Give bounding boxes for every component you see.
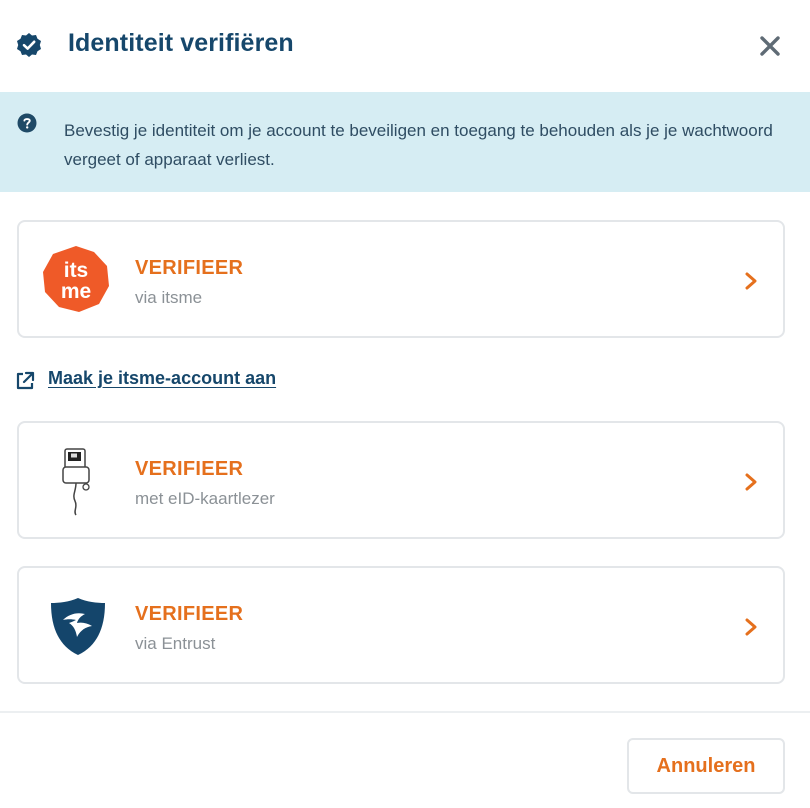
option-title: VERIFIEER (135, 603, 244, 625)
itsme-logo: its me (43, 246, 109, 312)
link-label[interactable]: Maak je itsme-account aan (48, 368, 276, 389)
card-reader-icon (62, 448, 90, 516)
question-circle-icon (17, 113, 37, 133)
itsme-logo-bottom: me (61, 280, 91, 303)
footer-divider (0, 711, 810, 713)
verify-identity-dialog: Identiteit verifiëren Bevestig je identi… (0, 0, 810, 808)
close-icon[interactable] (758, 34, 782, 58)
verify-entrust-option[interactable]: VERIFIEER via Entrust (17, 566, 785, 684)
dialog-title: Identiteit verifiëren (68, 29, 294, 57)
chevron-right-icon (745, 473, 757, 491)
itsme-logo-top: its (64, 259, 89, 282)
verify-eid-option[interactable]: VERIFIEER met eID-kaartlezer (17, 421, 785, 539)
chevron-right-icon (745, 272, 757, 290)
chevron-right-icon (745, 618, 757, 636)
external-link-icon (16, 371, 35, 390)
shield-check-icon (17, 33, 41, 57)
option-title: VERIFIEER (135, 257, 244, 279)
verify-itsme-option[interactable]: its me VERIFIEER via itsme (17, 220, 785, 338)
option-subtitle: via itsme (135, 288, 203, 307)
option-subtitle: via Entrust (135, 634, 216, 653)
option-subtitle: met eID-kaartlezer (135, 489, 275, 508)
option-title: VERIFIEER (135, 458, 244, 480)
cancel-button[interactable]: Annuleren (627, 738, 785, 794)
entrust-shield-icon (51, 598, 105, 655)
info-text: Bevestig je identiteit om je account te … (64, 121, 773, 169)
dialog-header: Identiteit verifiëren (0, 0, 810, 90)
